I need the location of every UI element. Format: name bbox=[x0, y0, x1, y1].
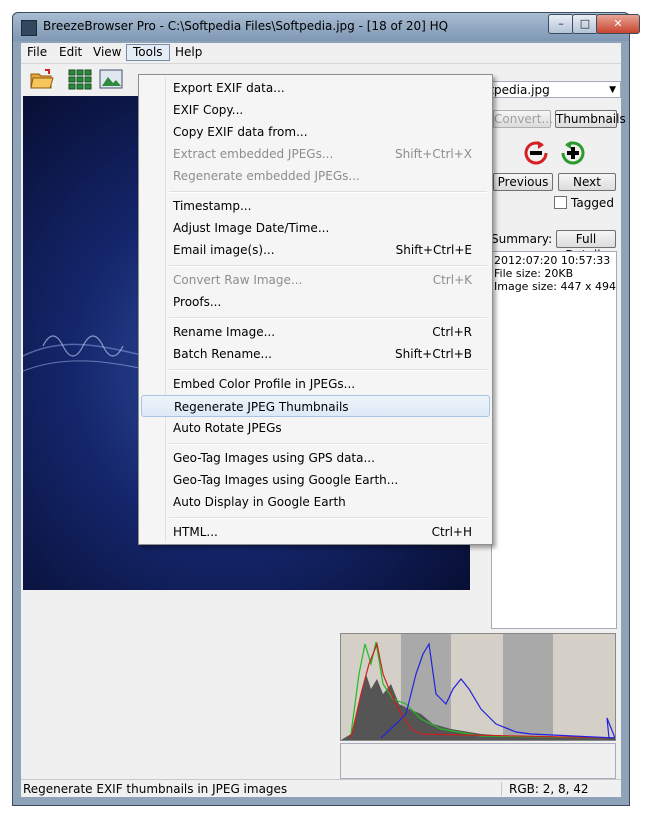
histogram bbox=[340, 633, 616, 741]
rotate-left-icon[interactable] bbox=[520, 137, 552, 169]
tools-menu-batch-rename[interactable]: Batch Rename... Shift+Ctrl+B bbox=[141, 343, 490, 365]
tools-menu-html[interactable]: HTML... Ctrl+H bbox=[141, 521, 490, 543]
window-title: BreezeBrowser Pro - C:\Softpedia Files\S… bbox=[43, 19, 449, 33]
tools-menu-copy-exif-from[interactable]: Copy EXIF data from... bbox=[141, 121, 490, 143]
menu-separator bbox=[169, 517, 487, 519]
tools-menu-auto-display-earth[interactable]: Auto Display in Google Earth bbox=[141, 491, 490, 513]
menu-separator bbox=[169, 443, 487, 445]
rgb-readout: RGB: 2, 8, 42 bbox=[509, 782, 589, 796]
tools-menu-geotag-earth[interactable]: Geo-Tag Images using Google Earth... bbox=[141, 469, 490, 491]
summary-label: Summary: bbox=[491, 232, 553, 246]
tools-menu-exif-copy[interactable]: EXIF Copy... bbox=[141, 99, 490, 121]
thumbnails-button[interactable]: Thumbnails bbox=[555, 110, 626, 128]
app-window: BreezeBrowser Pro - C:\Softpedia Files\S… bbox=[12, 12, 640, 806]
tools-menu-dropdown: Export EXIF data... EXIF Copy... Copy EX… bbox=[138, 74, 493, 545]
tools-menu-geotag-gps[interactable]: Geo-Tag Images using GPS data... bbox=[141, 447, 490, 469]
convert-button[interactable]: Convert... bbox=[493, 110, 553, 128]
tagged-checkbox-box[interactable] bbox=[554, 196, 567, 209]
tools-menu-regenerate-embedded[interactable]: Regenerate embedded JPEGs... bbox=[141, 165, 490, 187]
menu-edit[interactable]: Edit bbox=[53, 44, 88, 61]
histogram-plot bbox=[341, 634, 616, 740]
full-details-button[interactable]: Full Details bbox=[556, 230, 616, 262]
tools-menu-convert-raw[interactable]: Convert Raw Image... Ctrl+K bbox=[141, 269, 490, 291]
tools-menu-email[interactable]: Email image(s)... Shift+Ctrl+E bbox=[141, 239, 490, 261]
tools-menu-auto-rotate[interactable]: Auto Rotate JPEGs bbox=[141, 417, 490, 439]
maximize-button[interactable]: □ bbox=[572, 14, 598, 34]
next-button[interactable]: Next bbox=[558, 173, 616, 191]
previous-button[interactable]: Previous bbox=[493, 173, 553, 191]
tools-menu-embed-profile[interactable]: Embed Color Profile in JPEGs... bbox=[141, 373, 490, 395]
summary-date: 2012:07:20 10:57:33 bbox=[494, 254, 611, 267]
summary-file-size: File size: 20KB bbox=[494, 267, 574, 280]
tagged-label: Tagged bbox=[571, 196, 614, 210]
tools-menu-rename[interactable]: Rename Image... Ctrl+R bbox=[141, 321, 490, 343]
title-bar[interactable]: BreezeBrowser Pro - C:\Softpedia Files\S… bbox=[13, 13, 640, 41]
tools-menu-export-exif[interactable]: Export EXIF data... bbox=[141, 77, 490, 99]
info-panel bbox=[340, 743, 616, 779]
menu-view[interactable]: View bbox=[87, 44, 127, 61]
tools-menu-proofs[interactable]: Proofs... bbox=[141, 291, 490, 313]
summary-panel: 2012:07:20 10:57:33 File size: 20KB Imag… bbox=[491, 251, 617, 629]
summary-image-size: Image size: 447 x 494 bbox=[494, 280, 616, 293]
minimize-button[interactable]: – bbox=[548, 14, 574, 34]
status-bar: Regenerate EXIF thumbnails in JPEG image… bbox=[21, 779, 621, 798]
image-icon[interactable] bbox=[99, 67, 125, 91]
menu-separator bbox=[169, 369, 487, 371]
tools-menu-extract-jpegs[interactable]: Extract embedded JPEGs... Shift+Ctrl+X bbox=[141, 143, 490, 165]
file-selector[interactable]: oftpedia.jpg ▼ bbox=[473, 81, 621, 98]
tools-menu-regenerate-thumbnails[interactable]: Regenerate JPEG Thumbnails bbox=[141, 395, 490, 417]
open-folder-icon[interactable] bbox=[29, 67, 55, 91]
menu-bar: File Edit View Tools Help bbox=[21, 43, 621, 62]
tagged-checkbox[interactable]: Tagged bbox=[554, 196, 614, 210]
status-text: Regenerate EXIF thumbnails in JPEG image… bbox=[23, 782, 288, 796]
menu-separator bbox=[169, 265, 487, 267]
thumbnail-grid-icon[interactable] bbox=[67, 67, 93, 91]
menu-separator bbox=[169, 317, 487, 319]
rotate-right-icon[interactable] bbox=[557, 137, 589, 169]
tools-menu-timestamp[interactable]: Timestamp... bbox=[141, 195, 490, 217]
chevron-down-icon: ▼ bbox=[609, 85, 616, 95]
menu-file[interactable]: File bbox=[21, 44, 53, 61]
menu-tools[interactable]: Tools bbox=[126, 44, 170, 61]
menu-help[interactable]: Help bbox=[169, 44, 208, 61]
status-divider bbox=[501, 782, 502, 796]
tools-menu-adjust-date[interactable]: Adjust Image Date/Time... bbox=[141, 217, 490, 239]
app-icon bbox=[21, 20, 37, 36]
close-button[interactable]: ✕ bbox=[596, 14, 640, 34]
menu-separator bbox=[169, 191, 487, 193]
